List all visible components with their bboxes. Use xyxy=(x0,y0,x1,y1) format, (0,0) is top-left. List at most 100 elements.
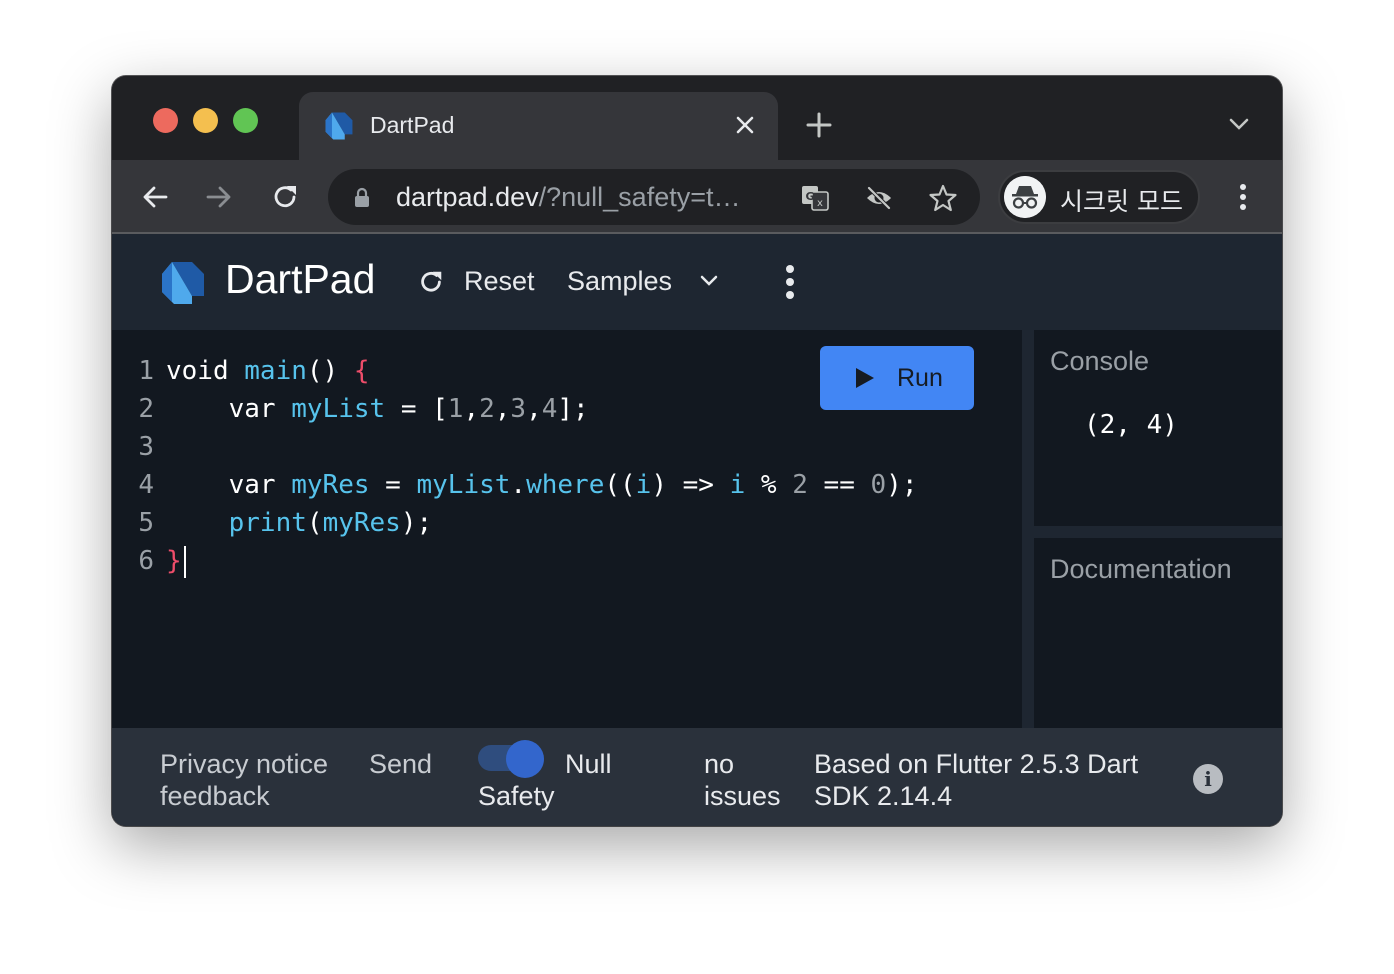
code-line: 2 var myList = [1,2,3,4]; xyxy=(112,390,917,428)
app-header: DartPad Reset Samples xyxy=(112,234,1282,330)
browser-toolbar: dartpad.dev/?null_safety=t… G x 시크릿 모드 xyxy=(112,160,1282,234)
code-token: } xyxy=(166,546,182,576)
svg-text:G: G xyxy=(805,190,814,203)
code-token: ) => xyxy=(651,470,730,500)
run-label: Run xyxy=(897,364,943,392)
code-token: ); xyxy=(886,470,918,500)
code-token: 1 xyxy=(447,394,464,424)
code-token: void xyxy=(166,356,245,386)
feedback-link[interactable]: feedback xyxy=(160,780,270,812)
arrow-left-icon[interactable] xyxy=(140,182,170,212)
browser-window: DartPad dartpad.dev/?null_safety=t… G x … xyxy=(112,76,1282,826)
reset-button[interactable]: Reset xyxy=(464,266,535,297)
code-token: , xyxy=(463,394,480,424)
run-button[interactable]: Run xyxy=(820,346,974,410)
eye-off-icon[interactable] xyxy=(864,183,894,213)
close-icon[interactable] xyxy=(732,112,758,138)
lock-icon[interactable] xyxy=(354,187,370,207)
chevron-down-icon[interactable] xyxy=(1228,116,1250,132)
app-footer: Privacy notice feedback Send Null Safety… xyxy=(112,728,1282,826)
code-token: , xyxy=(494,394,511,424)
code-token: % xyxy=(745,470,793,500)
code-lines: 1 void main() { 2 var myList = [1,2,3,4]… xyxy=(112,352,917,580)
code-line: 1 void main() { xyxy=(112,352,917,390)
code-line: 3 xyxy=(112,428,917,466)
code-token: = xyxy=(369,470,417,500)
console-title: Console xyxy=(1050,346,1150,376)
vertical-splitter[interactable] xyxy=(1022,330,1034,730)
code-line: 6 } xyxy=(112,542,917,580)
url-path: /?null_safety=t… xyxy=(538,182,741,212)
address-bar[interactable]: dartpad.dev/?null_safety=t… G x xyxy=(328,169,980,225)
code-token: () xyxy=(306,356,354,386)
code-token: myRes xyxy=(322,508,401,538)
code-line: 5 print(myRes); xyxy=(112,504,917,542)
close-window-button[interactable] xyxy=(153,108,178,133)
samples-dropdown[interactable]: Samples xyxy=(567,266,672,297)
line-number: 5 xyxy=(138,508,154,538)
app-title: DartPad xyxy=(225,256,376,302)
code-token: . xyxy=(510,470,527,500)
code-token: main xyxy=(244,356,307,386)
incognito-icon xyxy=(1004,176,1046,218)
null-safety-label-2: Safety xyxy=(478,781,555,811)
horizontal-splitter[interactable] xyxy=(1034,526,1282,538)
star-icon[interactable] xyxy=(928,183,958,213)
code-token: where xyxy=(526,470,605,500)
play-icon xyxy=(856,368,874,388)
code-editor[interactable]: 1 void main() { 2 var myList = [1,2,3,4]… xyxy=(112,330,1022,730)
kebab-menu-icon[interactable] xyxy=(1238,182,1248,212)
browser-tab-dartpad[interactable]: DartPad xyxy=(299,92,778,160)
chevron-down-icon[interactable] xyxy=(699,274,719,288)
console-output: (2, 4) xyxy=(1084,410,1178,440)
code-token: myRes xyxy=(291,470,370,500)
code-token: (( xyxy=(604,470,636,500)
documentation-panel: Documentation xyxy=(1034,538,1282,730)
line-number: 6 xyxy=(138,546,154,576)
reset-icon[interactable] xyxy=(417,268,445,296)
minimize-window-button[interactable] xyxy=(193,108,218,133)
reload-icon[interactable] xyxy=(270,182,300,212)
version-info: Based on Flutter 2.5.3 Dart xyxy=(814,749,1139,779)
code-token: , xyxy=(526,394,542,424)
url-text[interactable]: dartpad.dev/?null_safety=t… xyxy=(396,182,740,213)
arrow-right-icon[interactable] xyxy=(204,182,234,212)
code-token: ); xyxy=(400,508,433,538)
url-host: dartpad.dev xyxy=(396,182,539,212)
dart-logo-icon xyxy=(325,112,353,140)
code-token: == xyxy=(807,470,871,500)
info-icon[interactable]: i xyxy=(1193,764,1223,794)
code-token: 3 xyxy=(510,394,527,424)
dartpad-app: DartPad Reset Samples 1 void main() {2 … xyxy=(112,234,1282,826)
code-token: print xyxy=(228,508,307,538)
code-token: { xyxy=(353,356,370,386)
code-token: ]; xyxy=(557,394,589,424)
line-number: 4 xyxy=(138,470,154,500)
null-safety-toggle[interactable] xyxy=(478,740,548,778)
code-line: 4 var myRes = myList.where((i) => i % 2 … xyxy=(112,466,917,504)
incognito-profile-button[interactable]: 시크릿 모드 xyxy=(998,170,1200,224)
send-feedback-link[interactable]: Send xyxy=(369,748,432,780)
toggle-knob xyxy=(506,740,544,778)
tab-strip: DartPad xyxy=(112,76,1282,160)
translate-icon[interactable]: G x xyxy=(800,183,830,213)
line-number: 3 xyxy=(138,432,154,462)
zoom-window-button[interactable] xyxy=(233,108,258,133)
code-token: 0 xyxy=(870,470,887,500)
null-safety-label: Null xyxy=(565,749,612,779)
svg-text:x: x xyxy=(817,198,823,209)
documentation-title: Documentation xyxy=(1050,554,1232,584)
code-token: 2 xyxy=(792,470,808,500)
line-number: 2 xyxy=(138,394,154,424)
code-token: var xyxy=(228,394,292,424)
line-number: 1 xyxy=(138,356,154,386)
code-token: myList xyxy=(291,394,386,424)
privacy-notice-link[interactable]: Privacy notice xyxy=(160,748,328,780)
plus-icon[interactable] xyxy=(805,111,833,139)
code-token: ( xyxy=(306,508,323,538)
more-options-icon[interactable] xyxy=(784,264,796,300)
code-token: myList xyxy=(416,470,511,500)
dart-logo-icon xyxy=(162,262,204,304)
